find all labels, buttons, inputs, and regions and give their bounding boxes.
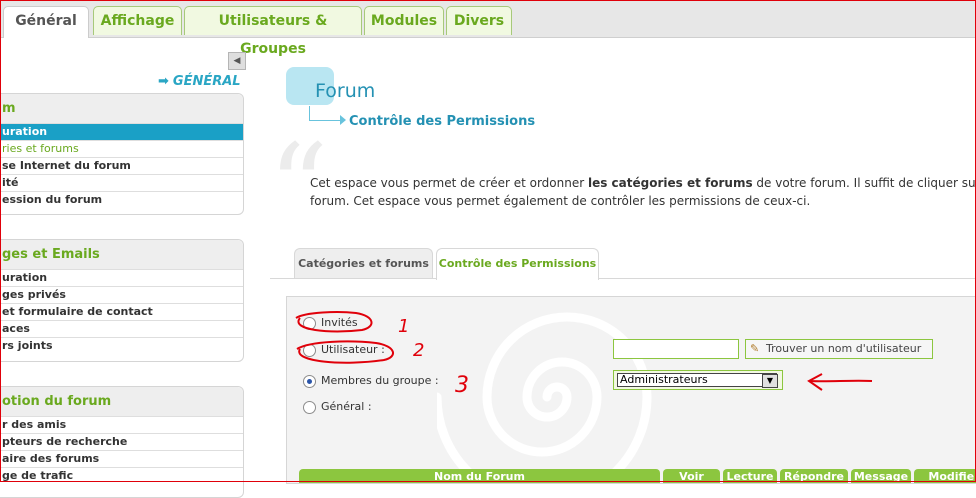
sidebar-item-categories[interactable]: ries et forums <box>0 140 243 157</box>
sub-tab-bar: Catégories et forums Contrôle des Permis… <box>270 248 976 280</box>
arrow-right-icon: ➡ <box>158 74 169 89</box>
radio-row-invites[interactable]: Invités <box>303 316 358 330</box>
sidebar-section-heading-label: GÉNÉRAL <box>172 74 241 89</box>
sidebar-item-adresse-internet[interactable]: se Internet du forum <box>0 157 243 174</box>
tab-controle-permissions[interactable]: Contrôle des Permissions <box>436 248 599 280</box>
sidebar-item-messages-prives[interactable]: ges privés <box>0 286 243 303</box>
tab-divers[interactable]: Divers <box>446 6 512 35</box>
radio-row-membres-groupe[interactable]: Membres du groupe : <box>303 374 439 388</box>
permissions-panel: Invités Utilisateur : Membres du groupe … <box>286 296 976 484</box>
description-text: de votre forum. Il suffit de cliquer sur… <box>756 176 976 190</box>
top-tab-bar: Général Affichage Utilisateurs & Groupes… <box>0 0 976 57</box>
breadcrumb-arrow-icon <box>340 115 346 125</box>
tab-categories-forums[interactable]: Catégories et forums <box>294 248 433 278</box>
radio-utilisateur[interactable] <box>303 343 316 357</box>
username-input[interactable] <box>613 339 739 359</box>
sidebar-box-title: m <box>0 94 243 123</box>
radio-general[interactable] <box>303 400 316 414</box>
page-title: Forum <box>315 80 376 102</box>
sidebar-box-promotion: otion du forum r des amis pteurs de rech… <box>0 386 244 498</box>
sidebar-item-annuaire[interactable]: aire des forums <box>0 450 243 467</box>
sidebar-item-espaces[interactable]: aces <box>0 320 243 337</box>
radio-row-utilisateur[interactable]: Utilisateur : <box>303 343 385 357</box>
sidebar-box-forum: m uration ries et forums se Internet du … <box>0 93 244 215</box>
search-tool-icon: ✎ <box>750 342 760 355</box>
radio-membres-groupe[interactable] <box>303 374 316 388</box>
tab-modules[interactable]: Modules <box>364 6 444 35</box>
sidebar-box-title: otion du forum <box>0 387 243 416</box>
sidebar-section-heading: ➡ GÉNÉRAL <box>158 74 241 89</box>
chevron-down-icon[interactable]: ▼ <box>762 374 778 388</box>
sidebar-item-suppression[interactable]: ession du forum <box>0 191 243 208</box>
tab-general[interactable]: Général <box>3 6 89 38</box>
group-select-value: Administrateurs <box>617 373 777 387</box>
sidebar-item-fichiers-joints[interactable]: rs joints <box>0 337 243 354</box>
tab-utilisateurs-groupes[interactable]: Utilisateurs & Groupes <box>184 6 362 57</box>
tab-affichage[interactable]: Affichage <box>93 6 182 35</box>
page-description: Cet espace vous permet de créer et ordon… <box>310 174 976 210</box>
sidebar-item-trafic[interactable]: ge de trafic <box>0 467 243 484</box>
spiral-decoration-icon <box>437 312 652 483</box>
find-user-button[interactable]: ✎ Trouver un nom d'utilisateur <box>745 339 933 359</box>
sidebar-item-amis[interactable]: r des amis <box>0 416 243 433</box>
description-text: Cet espace vous permet de créer et ordon… <box>310 176 588 190</box>
sidebar-item-contact[interactable]: et formulaire de contact <box>0 303 243 320</box>
breadcrumb: Contrôle des Permissions <box>349 114 536 129</box>
radio-label: Utilisateur : <box>321 343 385 356</box>
radio-row-general[interactable]: Général : <box>303 400 372 414</box>
group-select[interactable]: Administrateurs ▼ <box>613 370 783 390</box>
sidebar-item-configuration[interactable]: uration <box>0 123 243 140</box>
radio-label: Général : <box>321 400 372 413</box>
description-text: forum. Cet espace vous permet également … <box>310 194 811 208</box>
sidebar-box-messages: ges et Emails uration ges privés et form… <box>0 239 244 362</box>
sidebar-item-moteurs[interactable]: pteurs de recherche <box>0 433 243 450</box>
radio-invites[interactable] <box>303 316 316 330</box>
sidebar-item-securite[interactable]: ité <box>0 174 243 191</box>
radio-label: Invités <box>321 316 358 329</box>
collapse-sidebar-button[interactable]: ◀ <box>228 52 246 70</box>
sidebar-box-title: ges et Emails <box>0 240 243 269</box>
sidebar-item-configuration[interactable]: uration <box>0 269 243 286</box>
find-user-label: Trouver un nom d'utilisateur <box>766 342 922 355</box>
description-bold: les catégories et forums <box>587 176 753 190</box>
radio-label: Membres du groupe : <box>321 374 439 387</box>
